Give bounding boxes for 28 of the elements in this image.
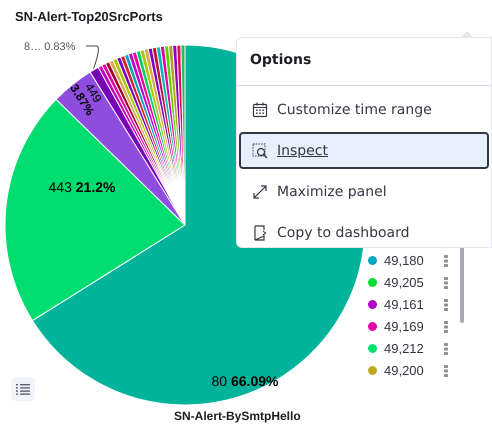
legend-label[interactable]: 49,205 <box>384 275 444 290</box>
menu-title: Options <box>237 38 491 86</box>
legend-toggle-button[interactable] <box>11 377 35 401</box>
document-arrow-icon <box>252 224 268 240</box>
list-icon <box>16 383 30 395</box>
more-icon[interactable] <box>444 254 448 266</box>
calendar-icon <box>252 102 268 118</box>
more-icon[interactable] <box>444 276 448 288</box>
legend-label[interactable]: 49,161 <box>384 297 444 312</box>
more-icon[interactable] <box>444 342 448 354</box>
panel-title: SN-Alert-Top20SrcPorts <box>15 9 163 24</box>
more-icon[interactable] <box>444 364 448 376</box>
menu-item[interactable]: Customize time range <box>239 91 489 128</box>
legend-label[interactable]: 49,200 <box>384 363 444 378</box>
inspect-icon <box>252 142 268 158</box>
menu-item[interactable]: Copy to dashboard <box>239 214 489 251</box>
slice-label: 8… 0.83% <box>24 41 76 53</box>
leader-line <box>86 46 99 70</box>
more-icon[interactable] <box>444 320 448 332</box>
menu-item[interactable]: Maximize panel <box>239 173 489 210</box>
legend-label[interactable]: 49,180 <box>384 253 444 268</box>
legend-label[interactable]: 49,212 <box>384 341 444 356</box>
diagonal-arrows-icon <box>252 184 268 200</box>
more-icon[interactable] <box>444 298 448 310</box>
slice-label: 443 21.2% <box>48 179 116 195</box>
menu-item[interactable]: Inspect <box>239 132 489 169</box>
chart-title: SN-Alert-BySmtpHello <box>174 409 301 423</box>
legend-label[interactable]: 49,169 <box>384 319 444 334</box>
